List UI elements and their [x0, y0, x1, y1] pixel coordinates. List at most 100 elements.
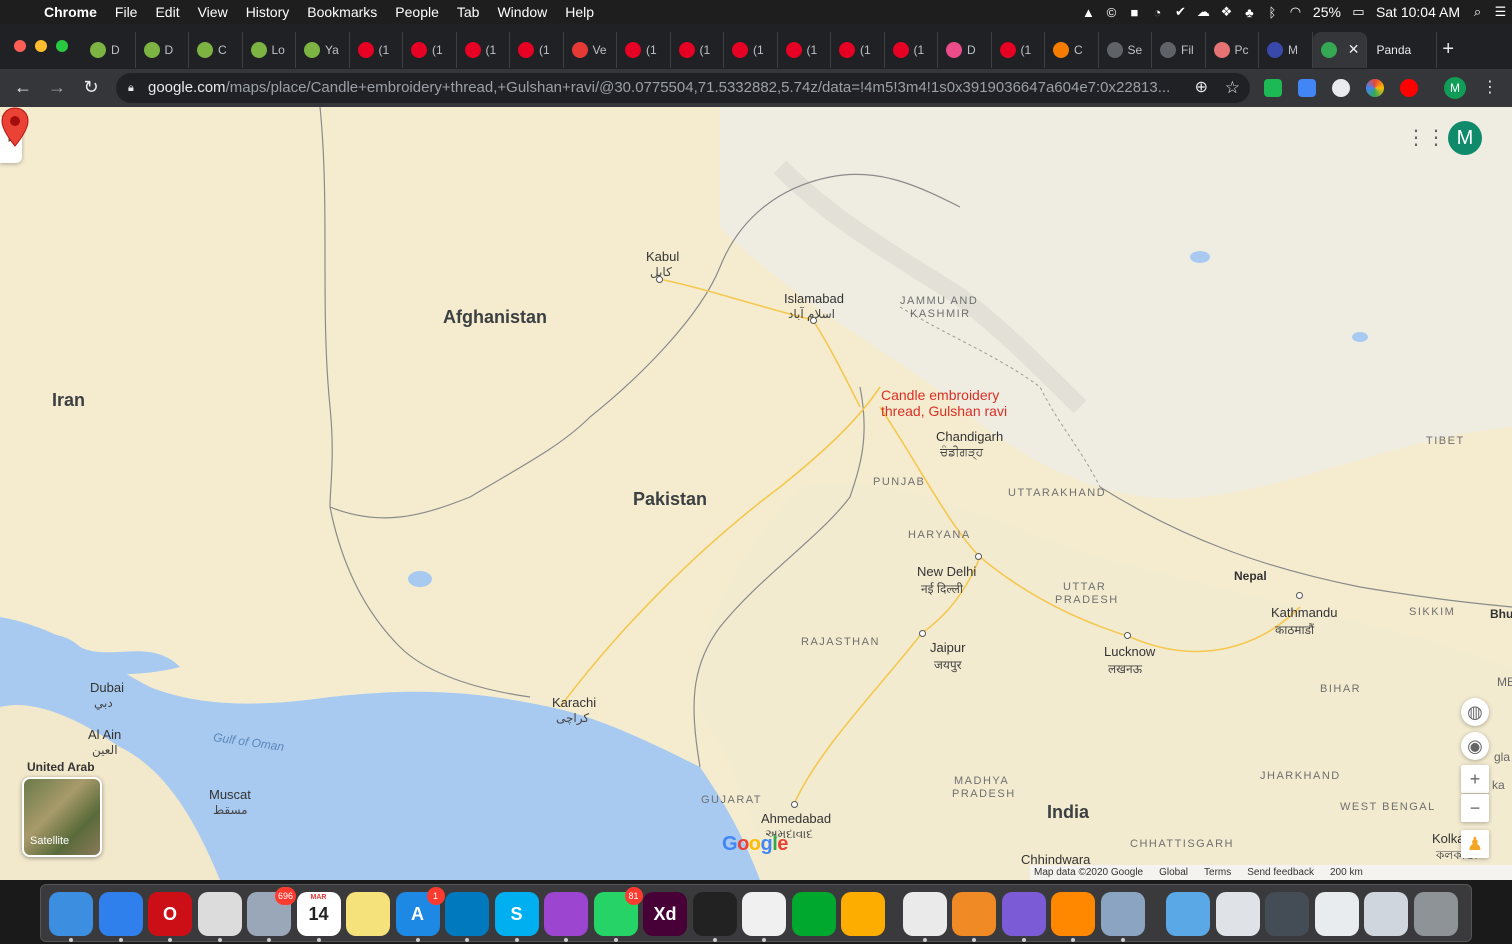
menu-people[interactable]: People [386, 0, 448, 24]
city-native-label[interactable]: जयपुर [934, 656, 962, 673]
dock-time-machine-icon[interactable] [902, 892, 947, 942]
browser-tab[interactable]: M [1259, 32, 1313, 68]
browser-tab[interactable]: C [189, 32, 243, 68]
spotlight-search-icon[interactable]: ⌕ [1466, 4, 1489, 20]
city-dot-icon[interactable] [810, 317, 817, 324]
city-label[interactable]: New Delhi [917, 564, 976, 579]
chrome-menu-icon[interactable]: ⋮ [1482, 77, 1498, 97]
menu-app-name[interactable]: Chrome [40, 0, 106, 24]
city-native-label[interactable]: ਚੰਡੀਗੜ੍ਹ [940, 445, 983, 460]
region-label[interactable]: UTTARAKHAND [1008, 487, 1106, 499]
evernote-status-icon[interactable]: ♣ [1238, 5, 1261, 20]
browser-tab[interactable]: Ve [564, 32, 617, 68]
city-label[interactable]: Jaipur [930, 640, 965, 655]
dock-opera-icon[interactable]: O [148, 892, 192, 942]
extension-color-icon[interactable] [1366, 79, 1384, 97]
dock-itunes-icon[interactable] [742, 892, 786, 942]
city-label[interactable]: Muscat [209, 787, 251, 802]
address-bar[interactable]: 🔒︎ google.com/maps/place/Candle+embroide… [116, 73, 1250, 103]
install-icon[interactable]: ⊕ [1195, 73, 1208, 103]
region-label[interactable]: CHHATTISGARH [1130, 838, 1234, 850]
account-avatar[interactable]: M [1448, 121, 1482, 155]
browser-tab[interactable]: (1 [831, 32, 885, 68]
dock-torrent-icon[interactable] [1001, 892, 1046, 942]
browser-tab[interactable]: (1 [510, 32, 564, 68]
dock-app-store-icon[interactable]: A1 [395, 887, 445, 942]
dock-adobe-xd-icon[interactable]: Xd [643, 892, 687, 936]
city-native-label[interactable]: नई दिल्ली [921, 580, 963, 597]
satellite-layer-toggle[interactable]: Satellite [22, 777, 102, 857]
browser-tab[interactable]: Se [1099, 32, 1152, 68]
timer-status-icon[interactable]: ◔ [1146, 5, 1169, 20]
city-label[interactable]: Karachi [552, 695, 596, 710]
city-label[interactable]: Chandigarh [936, 429, 1003, 444]
dock-skype-icon[interactable]: S [494, 892, 539, 942]
city-dot-icon[interactable] [656, 276, 663, 283]
city-native-label[interactable]: دبي [94, 696, 113, 710]
browser-tab[interactable]: (1 [724, 32, 778, 68]
extension-green-icon[interactable] [1264, 79, 1282, 97]
region-label[interactable]: JAMMU AND [900, 295, 978, 307]
place-label[interactable]: Bhu [1490, 607, 1512, 621]
city-dot-icon[interactable] [1124, 632, 1131, 639]
close-tab-icon[interactable]: ✕ [1348, 41, 1360, 58]
extension-youtube-icon[interactable] [1400, 79, 1418, 97]
region-label[interactable]: KASHMIR [910, 308, 971, 320]
region-label[interactable]: PRADESH [952, 788, 1016, 800]
region-label[interactable]: PRADESH [1055, 594, 1119, 606]
city-native-label[interactable]: کراچی [556, 711, 589, 725]
global-link[interactable]: Global [1159, 867, 1188, 878]
dock-evernote-icon[interactable] [791, 892, 836, 936]
dock-transmit-icon[interactable] [952, 892, 996, 942]
send-feedback-link[interactable]: Send feedback [1247, 867, 1314, 878]
region-label[interactable]: UTTAR [1063, 581, 1106, 593]
region-label[interactable]: RAJASTHAN [801, 636, 880, 648]
place-marker-label[interactable]: Candle embroidery thread, Gulshan ravi [881, 387, 1007, 419]
browser-tab[interactable]: Panda [1367, 32, 1437, 68]
notification-center-icon[interactable]: ☰ [1489, 4, 1512, 20]
browser-tab[interactable]: D [136, 32, 189, 68]
city-label[interactable]: Al Ain [88, 727, 121, 742]
browser-tab[interactable]: Pc [1206, 32, 1259, 68]
browser-tab-active[interactable]: ✕ [1312, 32, 1367, 68]
browser-tab[interactable]: D [938, 32, 992, 68]
browser-tab[interactable]: (1 [403, 32, 457, 68]
city-label[interactable]: Lucknow [1104, 644, 1155, 659]
dock-safari-icon[interactable] [98, 892, 143, 942]
dock-folder-icon[interactable] [1166, 892, 1210, 936]
dock-screenshot-2-icon[interactable] [1265, 892, 1309, 936]
region-label[interactable]: WEST BENGAL [1340, 801, 1436, 813]
vlc-status-icon[interactable]: ▲ [1077, 5, 1100, 20]
region-label[interactable]: GUJARAT [701, 794, 762, 806]
dock-calendar-icon[interactable]: 14 MAR [296, 892, 341, 942]
dock-mail-bird-icon[interactable]: 696 [247, 887, 296, 942]
dock-trello-icon[interactable] [445, 892, 489, 942]
city-dot-icon[interactable] [919, 630, 926, 637]
extension-panda-icon[interactable] [1332, 79, 1350, 97]
place-label[interactable]: ME [1497, 675, 1512, 689]
browser-tab[interactable]: (1 [457, 32, 510, 68]
wifi-status-icon[interactable]: ◠ [1284, 4, 1307, 20]
browser-tab[interactable]: (1 [350, 32, 403, 68]
dock-chrome-icon[interactable] [197, 892, 242, 942]
browser-tab[interactable]: Lo [243, 32, 296, 68]
region-label[interactable]: PUNJAB [873, 476, 925, 488]
dock-sketch-icon[interactable] [841, 892, 885, 936]
bluetooth-status-icon[interactable]: ᛒ [1261, 5, 1284, 20]
region-label[interactable]: HARYANA [908, 529, 971, 541]
place-label[interactable]: United Arab [27, 760, 95, 774]
battery-icon[interactable]: ▭ [1347, 4, 1370, 20]
browser-tab[interactable]: Ya [296, 32, 350, 68]
terms-link[interactable]: Terms [1204, 867, 1231, 878]
city-native-label[interactable]: العين [92, 743, 118, 757]
region-label[interactable]: BIHAR [1320, 683, 1361, 695]
region-label[interactable]: TIBET [1426, 435, 1465, 447]
dock-screenshot-3-icon[interactable] [1314, 892, 1359, 936]
pegman-street-view-icon[interactable]: ♟ [1461, 830, 1489, 858]
place-label[interactable]: Nepal [1234, 569, 1267, 583]
check-status-icon[interactable]: ✔ [1169, 4, 1192, 20]
city-native-label[interactable]: काठमाडौं [1275, 621, 1314, 638]
city-native-label[interactable]: مسقط [213, 803, 248, 817]
window-close-button[interactable] [14, 40, 26, 52]
globe-view-button[interactable]: ◍ [1461, 698, 1489, 726]
